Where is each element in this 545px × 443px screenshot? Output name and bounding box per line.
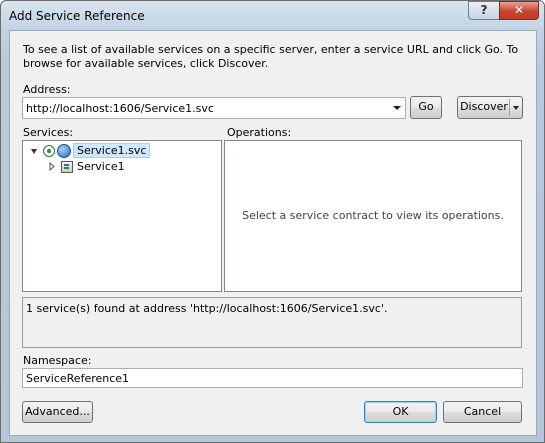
namespace-input[interactable]: ServiceReference1 (22, 368, 523, 388)
ok-button[interactable]: OK (364, 401, 437, 423)
help-button[interactable]: ? (468, 1, 499, 20)
status-box: 1 service(s) found at address 'http://lo… (22, 297, 522, 348)
close-icon: ✕ (513, 3, 525, 17)
operations-label: Operations: (227, 126, 292, 139)
cancel-button[interactable]: Cancel (443, 401, 522, 423)
services-label: Services: (23, 126, 74, 139)
ok-button-label: OK (392, 405, 409, 418)
status-text: 1 service(s) found at address 'http://lo… (26, 302, 388, 315)
address-label: Address: (23, 83, 71, 96)
dialog-title: Add Service Reference (9, 9, 145, 23)
web-service-icon (57, 144, 71, 158)
namespace-value: ServiceReference1 (26, 372, 130, 385)
split-separator (509, 99, 510, 116)
collapse-triangle-icon[interactable] (31, 149, 37, 154)
discovered-service-icon (43, 145, 55, 157)
dialog-body: To see a list of available services on a… (9, 30, 537, 436)
address-combobox[interactable]: http://localhost:1606/Service1.svc (22, 97, 406, 119)
service-class-icon (61, 161, 73, 173)
help-icon: ? (480, 3, 488, 17)
chevron-down-icon[interactable] (393, 106, 401, 110)
namespace-label: Namespace: (23, 354, 92, 367)
advanced-button[interactable]: Advanced... (22, 401, 93, 423)
operations-empty-message: Select a service contract to view its op… (242, 209, 504, 222)
discover-split-button[interactable]: Discover (457, 96, 523, 119)
go-button[interactable]: Go (410, 96, 442, 119)
services-tree[interactable]: Service1.svc Service1 (22, 140, 222, 292)
advanced-button-label: Advanced... (25, 405, 90, 418)
tree-node-label: Service1 (77, 160, 125, 173)
address-value: http://localhost:1606/Service1.svc (26, 102, 214, 115)
chevron-down-icon[interactable] (513, 106, 519, 110)
cancel-button-label: Cancel (463, 405, 502, 418)
operations-panel[interactable]: Select a service contract to view its op… (224, 140, 522, 292)
title-bar: Add Service Reference ? ✕ (1, 1, 544, 29)
close-button[interactable]: ✕ (499, 1, 539, 20)
expand-arrow-icon[interactable] (49, 162, 55, 171)
instructions-text: To see a list of available services on a… (23, 43, 519, 70)
tree-node-label: Service1.svc (73, 143, 151, 158)
go-button-label: Go (418, 100, 434, 113)
add-service-reference-dialog: Add Service Reference ? ✕ To see a list … (0, 0, 545, 443)
